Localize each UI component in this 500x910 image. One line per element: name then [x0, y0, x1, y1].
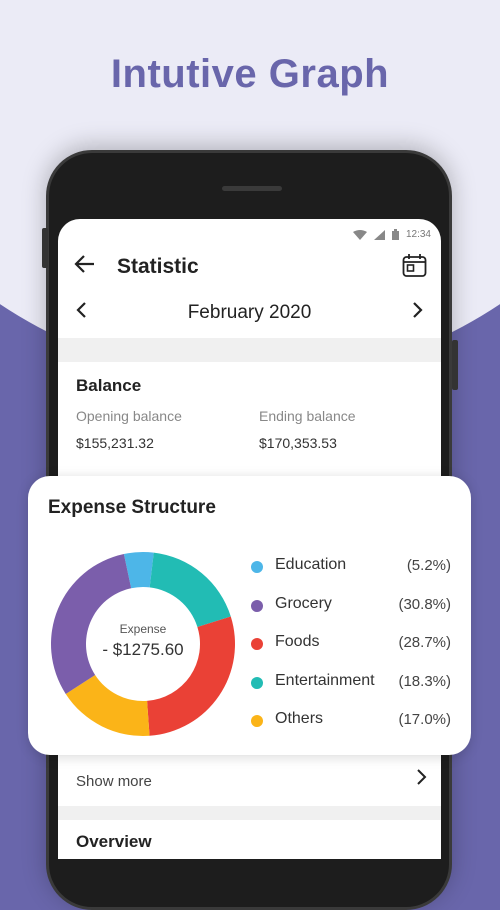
legend-percent: (18.3%) — [398, 672, 451, 690]
legend-dot — [251, 715, 263, 727]
battery-icon — [391, 229, 399, 240]
phone-power-button — [452, 340, 458, 390]
section-divider — [58, 806, 441, 820]
month-label: February 2020 — [187, 302, 312, 323]
donut-slice-entertainment — [149, 552, 231, 627]
chart-legend: Education (5.2%) Grocery (30.8%) Foods (… — [251, 556, 451, 749]
month-navigator: February 2020 — [58, 299, 441, 329]
card-title: Expense Structure — [48, 497, 216, 518]
page-title: Statistic — [117, 255, 199, 278]
chevron-right-icon — [417, 769, 427, 785]
legend-percent: (5.2%) — [406, 557, 451, 574]
legend-item-education: Education (5.2%) — [251, 556, 451, 595]
phone-speaker — [222, 186, 282, 191]
status-bar: 12:34 — [352, 229, 431, 240]
legend-item-entertainment: Entertainment (18.3%) — [251, 672, 451, 711]
calendar-button[interactable] — [402, 253, 427, 283]
app-bar: Statistic — [58, 249, 441, 285]
legend-item-foods: Foods (28.7%) — [251, 633, 451, 672]
headline: Intutive Graph — [110, 52, 390, 96]
opening-balance-label: Opening balance — [76, 408, 182, 424]
back-button[interactable] — [74, 253, 96, 282]
signal-icon — [373, 229, 385, 240]
balance-title: Balance — [76, 376, 142, 395]
legend-dot — [251, 676, 263, 689]
arrow-left-icon — [74, 255, 94, 273]
legend-item-grocery: Grocery (30.8%) — [251, 595, 451, 634]
legend-percent: (28.7%) — [398, 634, 451, 651]
legend-dot — [251, 599, 263, 612]
wifi-icon — [352, 229, 367, 240]
donut-center-value: - $1275.60 — [102, 640, 184, 659]
next-month-button[interactable] — [411, 299, 425, 327]
ending-balance-label: Ending balance — [259, 408, 356, 424]
legend-percent: (17.0%) — [398, 711, 451, 728]
calendar-icon — [402, 254, 427, 277]
chevron-right-icon — [413, 302, 423, 318]
legend-dot — [251, 561, 263, 573]
legend-percent: (30.8%) — [398, 595, 451, 613]
show-more-link[interactable]: Show more — [76, 773, 152, 790]
donut-center-label: Expense — [119, 622, 167, 636]
expense-structure-card: Expense Structure Expense - $1275.60 Edu… — [28, 476, 471, 755]
legend-item-others: Others (17.0%) — [251, 710, 451, 749]
section-divider — [58, 338, 441, 362]
show-more-button[interactable] — [415, 767, 429, 793]
legend-dot — [251, 638, 263, 650]
status-time: 12:34 — [405, 229, 431, 240]
overview-title: Overview — [76, 832, 152, 851]
ending-balance-value: $170,353.53 — [259, 435, 337, 451]
phone-side-button — [42, 228, 48, 268]
opening-balance-value: $155,231.32 — [76, 435, 154, 451]
